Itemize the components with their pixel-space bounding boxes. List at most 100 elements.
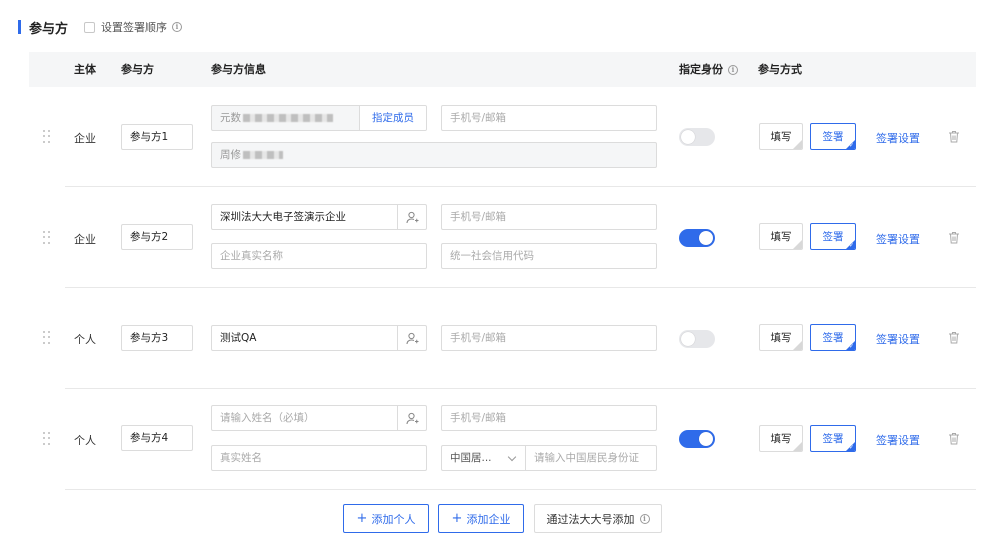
person-name-input[interactable]: 测试QA [211, 325, 427, 351]
masked-text [243, 151, 283, 159]
header-participant: 参与方 [121, 63, 154, 76]
row-divider [65, 388, 976, 389]
participant-name-input[interactable]: 参与方2 [121, 224, 193, 250]
header-participant-info: 参与方信息 [211, 63, 266, 76]
fill-method-button[interactable]: 填写 [759, 123, 803, 150]
check-icon: ✓ [848, 242, 854, 249]
row-subject: 企业 [74, 233, 96, 246]
sign-settings-link[interactable]: 签署设置 [876, 331, 920, 347]
company-name-input[interactable]: 元数 指定成员 [211, 105, 427, 131]
info-icon[interactable]: i [172, 22, 183, 32]
plus-icon: + [451, 511, 463, 526]
header-assign-identity: 指定身份 i [679, 52, 738, 87]
contact-input[interactable]: 手机号/邮箱 [441, 105, 657, 131]
sign-method-button[interactable]: 签署 ✓ [810, 425, 856, 452]
participant-name-input[interactable]: 参与方3 [121, 325, 193, 351]
drag-handle-icon[interactable] [43, 432, 51, 446]
check-icon: ✓ [848, 142, 854, 149]
company-real-name-input[interactable]: 企业真实名称 [211, 243, 427, 269]
add-person-label: 添加个人 [371, 512, 416, 526]
add-company-button[interactable]: + 添加企业 [438, 504, 524, 533]
fill-method-button[interactable]: 填写 [759, 223, 803, 250]
fill-method-label: 填写 [770, 131, 792, 143]
member-name-value: 周修 [220, 149, 241, 161]
check-icon: ✓ [848, 343, 854, 350]
row-subject: 个人 [74, 333, 96, 346]
sign-method-button[interactable]: 签署 ✓ [810, 324, 856, 351]
header-assign-identity-label: 指定身份 [679, 63, 723, 76]
sign-method-label: 签署 [822, 433, 844, 445]
check-icon: ✓ [848, 444, 854, 451]
assign-identity-toggle[interactable] [679, 229, 715, 247]
row-divider [65, 287, 976, 288]
section-title: 参与方 [29, 21, 69, 37]
set-order-checkbox[interactable] [84, 21, 96, 33]
sign-method-label: 签署 [822, 131, 844, 143]
user-add-icon[interactable] [397, 205, 426, 229]
sign-method-button[interactable]: 签署 ✓ [810, 123, 856, 150]
row-subject: 企业 [74, 132, 96, 145]
header-subject: 主体 [74, 63, 96, 76]
real-name-input[interactable]: 真实姓名 [211, 445, 427, 471]
table-header: 主体 参与方 参与方信息 指定身份 i 参与方式 [29, 52, 976, 87]
trash-icon[interactable] [948, 130, 960, 143]
id-number-input[interactable]: 请输入中国居民身份证 [525, 445, 657, 471]
sign-method-button[interactable]: 签署 ✓ [810, 223, 856, 250]
company-name-value: 深圳法大大电子签演示企业 [220, 211, 346, 223]
fill-method-label: 填写 [770, 231, 792, 243]
member-name-input[interactable]: 周修 [211, 142, 657, 168]
set-order-label: 设置签署顺序 [101, 21, 168, 34]
section-header: 参与方 设置签署顺序 i [18, 16, 183, 38]
sign-settings-link[interactable]: 签署设置 [876, 432, 920, 448]
assign-identity-toggle[interactable] [679, 128, 715, 146]
fill-method-label: 填写 [770, 433, 792, 445]
contact-input[interactable]: 手机号/邮箱 [441, 204, 657, 230]
user-add-icon[interactable] [397, 406, 426, 430]
sign-method-label: 签署 [822, 231, 844, 243]
sign-settings-link[interactable]: 签署设置 [876, 130, 920, 146]
id-type-select[interactable]: 中国居... [441, 445, 525, 471]
trash-icon[interactable] [948, 231, 960, 244]
masked-text [243, 114, 333, 122]
sign-settings-link[interactable]: 签署设置 [876, 231, 920, 247]
add-company-label: 添加企业 [466, 512, 511, 526]
participant-name-input[interactable]: 参与方4 [121, 425, 193, 451]
row-divider [65, 186, 976, 187]
contact-input[interactable]: 手机号/邮箱 [441, 325, 657, 351]
assign-member-label: 指定成员 [372, 112, 414, 124]
header-participation-method: 参与方式 [758, 63, 802, 76]
chevron-down-icon [507, 452, 517, 462]
sign-method-label: 签署 [822, 332, 844, 344]
drag-handle-icon[interactable] [43, 331, 51, 345]
assign-identity-toggle[interactable] [679, 430, 715, 448]
add-via-account-button[interactable]: 通过法大大号添加 i [534, 504, 662, 533]
person-name-value: 测试QA [220, 332, 257, 344]
fill-method-button[interactable]: 填写 [759, 324, 803, 351]
assign-member-button[interactable]: 指定成员 [359, 106, 426, 130]
contact-input[interactable]: 手机号/邮箱 [441, 405, 657, 431]
user-add-icon[interactable] [397, 326, 426, 350]
add-via-account-label: 通过法大大号添加 [546, 512, 635, 526]
row-divider [65, 489, 976, 490]
accent-bar [18, 20, 21, 34]
info-icon[interactable]: i [728, 64, 738, 75]
participant-name-input[interactable]: 参与方1 [121, 124, 193, 150]
company-name-input[interactable]: 深圳法大大电子签演示企业 [211, 204, 427, 230]
drag-handle-icon[interactable] [43, 231, 51, 245]
trash-icon[interactable] [948, 432, 960, 445]
person-name-input[interactable]: 请输入姓名（必填） [211, 405, 427, 431]
id-type-value: 中国居... [450, 452, 492, 464]
fill-method-button[interactable]: 填写 [759, 425, 803, 452]
info-icon: i [639, 513, 650, 524]
fill-method-label: 填写 [770, 332, 792, 344]
add-person-button[interactable]: + 添加个人 [343, 504, 429, 533]
assign-identity-toggle[interactable] [679, 330, 715, 348]
credit-code-input[interactable]: 统一社会信用代码 [441, 243, 657, 269]
drag-handle-icon[interactable] [43, 130, 51, 144]
set-order-option[interactable]: 设置签署顺序 i [84, 19, 183, 35]
row-subject: 个人 [74, 434, 96, 447]
plus-icon: + [356, 511, 368, 526]
person-name-placeholder: 请输入姓名（必填） [220, 412, 315, 424]
trash-icon[interactable] [948, 331, 960, 344]
company-name-value: 元数 [220, 112, 241, 124]
